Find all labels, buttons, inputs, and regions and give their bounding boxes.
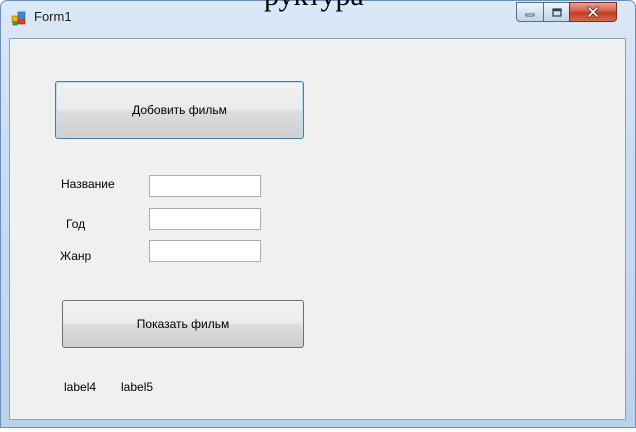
form1-window: Form1 Добовить фильм Название Год Жанр П… [0, 0, 636, 428]
screenshot: Form1 Добовить фильм Название Год Жанр П… [0, 0, 636, 432]
app-icon [11, 10, 27, 26]
show-film-button[interactable]: Показать фильм [62, 300, 304, 348]
maximize-button[interactable] [543, 2, 570, 22]
label5: label5 [121, 380, 154, 394]
name-input[interactable] [149, 175, 261, 197]
name-label: Название [61, 177, 115, 191]
genre-input[interactable] [149, 240, 261, 262]
year-label: Год [66, 217, 86, 231]
minimize-button[interactable] [516, 2, 544, 22]
year-input[interactable] [149, 208, 261, 230]
maximize-icon [551, 3, 563, 22]
close-button[interactable] [569, 2, 617, 22]
form-client-area: Добовить фильм Название Год Жанр Показат… [9, 38, 626, 420]
cropped-caption-text: руктура [264, 0, 364, 11]
close-icon [586, 3, 600, 22]
minimize-icon [524, 3, 536, 22]
label4: label4 [64, 380, 97, 394]
window-title: Form1 [34, 9, 72, 24]
genre-label: Жанр [60, 249, 92, 263]
add-film-button[interactable]: Добовить фильм [55, 81, 304, 139]
